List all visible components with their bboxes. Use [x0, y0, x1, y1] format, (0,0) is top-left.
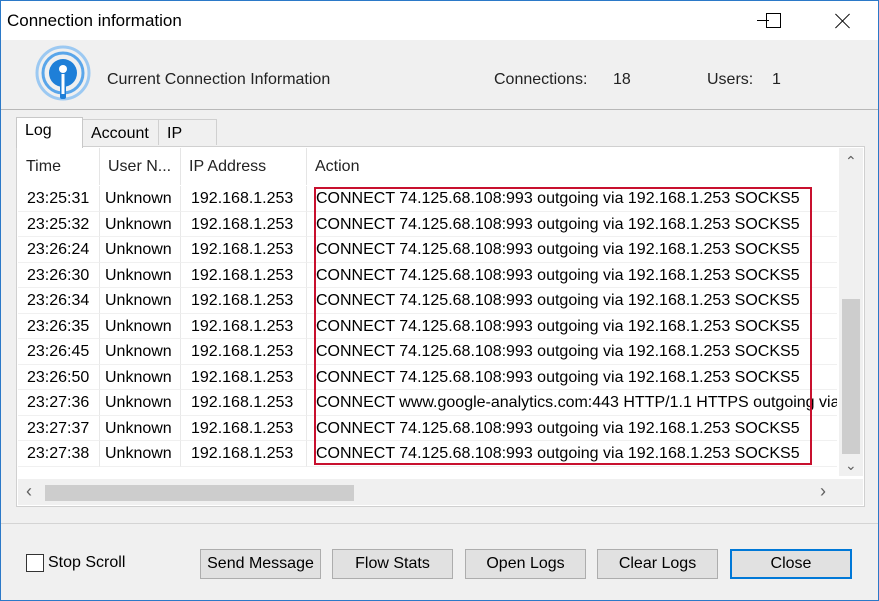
cell-user: Unknown [100, 288, 181, 314]
close-icon [835, 13, 851, 29]
cell-action: CONNECT 74.125.68.108:993 outgoing via 1… [307, 441, 837, 467]
cell-time: 23:25:31 [18, 186, 100, 212]
cell-time: 23:27:38 [18, 441, 100, 467]
cell-time: 23:26:34 [18, 288, 100, 314]
table-row[interactable]: 23:27:36 Unknown 192.168.1.253 CONNECT www.… [18, 390, 837, 416]
footer-divider [1, 523, 878, 524]
wireless-broadcast-icon [35, 45, 91, 101]
cell-action: CONNECT 74.125.68.108:993 outgoing via 1… [307, 339, 837, 365]
chevron-right-icon[interactable]: › [820, 482, 826, 500]
tab-account[interactable]: Account [82, 119, 159, 145]
cell-action: CONNECT 74.125.68.108:993 outgoing via 1… [307, 288, 837, 314]
close-button[interactable]: Close [730, 549, 852, 579]
chevron-up-icon[interactable]: ⌃ [845, 153, 857, 169]
cell-ip: 192.168.1.253 [181, 441, 307, 467]
cell-ip: 192.168.1.253 [181, 339, 307, 365]
cell-user: Unknown [100, 390, 181, 416]
cell-action: CONNECT 74.125.68.108:993 outgoing via 1… [307, 263, 837, 288]
cell-user: Unknown [100, 237, 181, 263]
cell-user: Unknown [100, 211, 181, 237]
cell-time: 23:26:50 [18, 364, 100, 390]
cell-ip: 192.168.1.253 [181, 186, 307, 212]
column-header-action[interactable]: Action [307, 148, 837, 185]
cell-action: CONNECT 74.125.68.108:993 outgoing via 1… [307, 314, 837, 339]
table-row[interactable]: 23:26:50 Unknown 192.168.1.253 CONNECT 74.1… [18, 364, 837, 390]
cell-ip: 192.168.1.253 [181, 364, 307, 390]
cell-ip: 192.168.1.253 [181, 288, 307, 314]
tab-log[interactable]: Log [16, 117, 83, 148]
users-count: 1 [772, 71, 781, 88]
column-header-ip[interactable]: IP Address [181, 148, 307, 185]
table-row[interactable]: 23:26:30 Unknown 192.168.1.253 CONNECT 74.1… [18, 262, 837, 288]
cell-ip: 192.168.1.253 [181, 313, 307, 339]
chevron-left-icon[interactable]: ‹ [26, 482, 32, 500]
table-row[interactable]: 23:26:45 Unknown 192.168.1.253 CONNECT 74.1… [18, 339, 837, 365]
cell-ip: 192.168.1.253 [181, 390, 307, 416]
header-subtitle: Current Connection Information [107, 71, 331, 88]
scroll-corner [839, 479, 863, 505]
cell-action: CONNECT 74.125.68.108:993 outgoing via 1… [307, 416, 837, 441]
connection-info-window: Connection information Current Connectio… [0, 0, 879, 601]
connection-header: Current Connection Information Connectio… [1, 40, 878, 110]
table-row[interactable]: 23:27:37 Unknown 192.168.1.253 CONNECT 74.1… [18, 415, 837, 441]
close-window-button[interactable] [820, 1, 866, 40]
stop-scroll-checkbox[interactable] [26, 554, 44, 572]
cell-user: Unknown [100, 364, 181, 390]
column-header-user[interactable]: User N... [100, 148, 181, 185]
log-panel: Time User N... IP Address Action 23:25:3… [16, 146, 865, 507]
cell-time: 23:27:36 [18, 390, 100, 416]
cell-user: Unknown [100, 339, 181, 365]
table-row[interactable]: 23:26:35 Unknown 192.168.1.253 CONNECT 74.1… [18, 313, 837, 339]
log-list[interactable]: Time User N... IP Address Action 23:25:3… [18, 148, 837, 476]
stop-scroll-option[interactable]: Stop Scroll [26, 554, 125, 572]
cell-ip: 192.168.1.253 [181, 211, 307, 237]
horizontal-scrollbar[interactable]: ‹ › [18, 479, 839, 505]
cell-time: 23:27:37 [18, 415, 100, 441]
horizontal-scroll-thumb[interactable] [45, 485, 354, 501]
cell-action: CONNECT 74.125.68.108:993 outgoing via 1… [307, 212, 837, 237]
send-message-button[interactable]: Send Message [200, 549, 321, 579]
cell-time: 23:26:45 [18, 339, 100, 365]
stop-scroll-label: Stop Scroll [48, 554, 126, 571]
table-row[interactable]: 23:27:38 Unknown 192.168.1.253 CONNECT 74.1… [18, 441, 837, 467]
chevron-down-icon[interactable]: ⌄ [845, 457, 857, 473]
cell-time: 23:26:30 [18, 262, 100, 288]
cell-action: CONNECT www.google-analytics.com:443 HTT… [307, 390, 837, 416]
table-row[interactable]: 23:26:24 Unknown 192.168.1.253 CONNECT 74.1… [18, 237, 837, 263]
cell-action: CONNECT 74.125.68.108:993 outgoing via 1… [307, 365, 837, 390]
cell-user: Unknown [100, 415, 181, 441]
cell-ip: 192.168.1.253 [181, 237, 307, 263]
list-header: Time User N... IP Address Action [18, 148, 837, 185]
cell-user: Unknown [100, 262, 181, 288]
connections-count: 18 [613, 71, 631, 88]
users-label: Users: [707, 71, 754, 88]
open-logs-button[interactable]: Open Logs [465, 549, 586, 579]
cell-user: Unknown [100, 313, 181, 339]
tab-ip[interactable]: IP [158, 119, 217, 145]
cell-ip: 192.168.1.253 [181, 262, 307, 288]
cell-action: CONNECT 74.125.68.108:993 outgoing via 1… [307, 237, 837, 263]
cell-time: 23:25:32 [18, 211, 100, 237]
maximize-icon [765, 13, 781, 28]
cell-user: Unknown [100, 186, 181, 212]
flow-stats-button[interactable]: Flow Stats [332, 549, 453, 579]
window-title: Connection information [7, 11, 182, 30]
cell-time: 23:26:24 [18, 237, 100, 263]
connections-label: Connections: [494, 71, 588, 88]
log-rows: 23:25:31 Unknown 192.168.1.253 CONNECT 74.1… [18, 186, 837, 467]
vertical-scrollbar[interactable]: ⌃ ⌄ [839, 148, 863, 476]
title-bar[interactable]: Connection information [1, 1, 878, 40]
column-header-time[interactable]: Time [18, 148, 100, 185]
table-row[interactable]: 23:25:32 Unknown 192.168.1.253 CONNECT 74.1… [18, 211, 837, 237]
table-row[interactable]: 23:26:34 Unknown 192.168.1.253 CONNECT 74.1… [18, 288, 837, 314]
maximize-button[interactable] [750, 1, 796, 40]
table-row[interactable]: 23:25:31 Unknown 192.168.1.253 CONNECT 74.1… [18, 186, 837, 212]
clear-logs-button[interactable]: Clear Logs [597, 549, 718, 579]
cell-user: Unknown [100, 441, 181, 467]
vertical-scroll-thumb[interactable] [842, 299, 860, 454]
cell-time: 23:26:35 [18, 313, 100, 339]
cell-action: CONNECT 74.125.68.108:993 outgoing via 1… [307, 186, 837, 212]
cell-ip: 192.168.1.253 [181, 415, 307, 441]
